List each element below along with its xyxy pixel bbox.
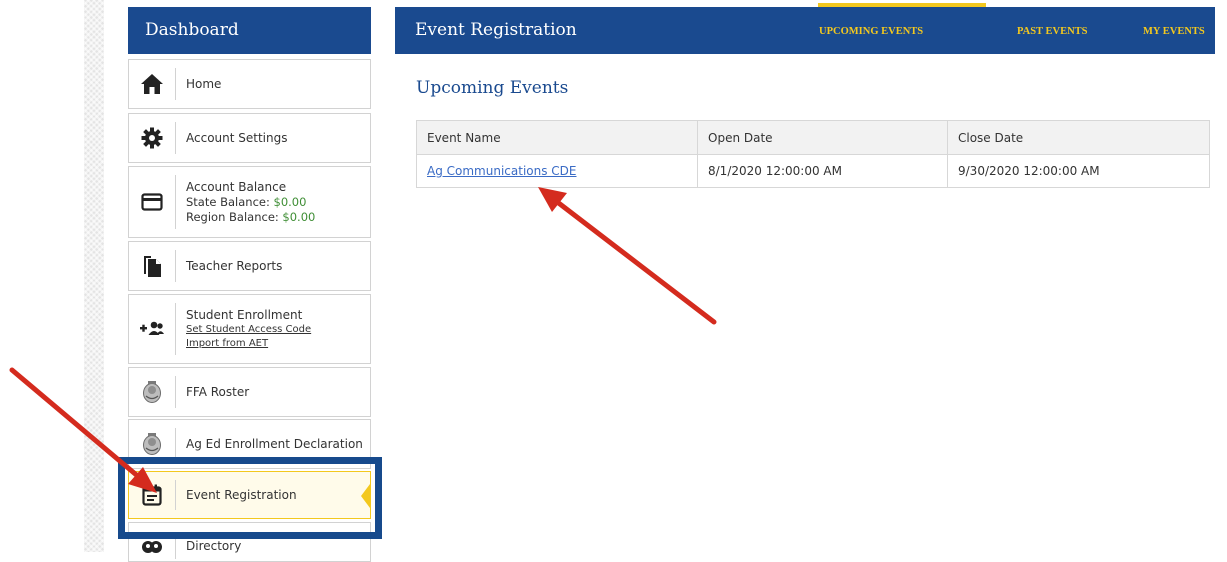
table-row: Ag Communications CDE 8/1/2020 12:00:00 … <box>416 154 1210 188</box>
credit-card-icon <box>129 167 175 237</box>
annotation-highlight-box <box>118 457 382 539</box>
sidebar-item-label: Account Balance <box>186 179 287 194</box>
top-nav-bar: Event Registration UPCOMING EVENTS PAST … <box>395 7 1215 54</box>
annotation-arrow-to-event <box>538 187 717 325</box>
sidebar-item-label: Teacher Reports <box>186 258 283 273</box>
table-header-row: Event Name Open Date Close Date <box>416 120 1210 155</box>
sidebar-item-label: Account Settings <box>186 130 288 145</box>
tab-past-events[interactable]: PAST EVENTS <box>1017 7 1088 54</box>
import-from-aet-link[interactable]: Import from AET <box>186 337 311 351</box>
region-balance-value: $0.00 <box>282 209 316 224</box>
page-title: Event Registration <box>415 20 577 40</box>
open-date-cell: 8/1/2020 12:00:00 AM <box>697 154 948 188</box>
home-icon <box>129 60 175 108</box>
sidebar-item-student-enrollment[interactable]: Student Enrollment Set Student Access Co… <box>128 294 371 364</box>
region-balance: Region Balance: $0.00 <box>186 210 315 225</box>
directory-icon <box>129 539 175 555</box>
tab-my-events[interactable]: MY EVENTS <box>1143 7 1205 54</box>
event-name-cell: Ag Communications CDE <box>416 154 698 188</box>
column-header-close-date: Close Date <box>947 120 1210 155</box>
column-header-event-name: Event Name <box>416 120 698 155</box>
event-link[interactable]: Ag Communications CDE <box>427 164 577 178</box>
sidebar-item-label: Ag Ed Enrollment Declaration <box>186 436 363 451</box>
sidebar-title: Dashboard <box>128 7 371 54</box>
close-date-cell: 9/30/2020 12:00:00 AM <box>947 154 1210 188</box>
set-access-code-link[interactable]: Set Student Access Code <box>186 323 311 337</box>
state-balance: State Balance: $0.00 <box>186 195 315 210</box>
sidebar-item-teacher-reports[interactable]: Teacher Reports <box>128 241 371 291</box>
add-users-icon <box>129 295 175 363</box>
ffa-emblem-icon <box>129 368 175 416</box>
events-table: Event Name Open Date Close Date Ag Commu… <box>416 120 1210 188</box>
sidebar-item-home[interactable]: Home <box>128 59 371 109</box>
sidebar-item-label: Student Enrollment <box>186 307 303 322</box>
active-tab-indicator <box>818 3 986 7</box>
state-balance-value: $0.00 <box>273 194 307 209</box>
sidebar-item-ffa-roster[interactable]: FFA Roster <box>128 367 371 417</box>
section-title: Upcoming Events <box>416 78 569 98</box>
document-icon <box>129 242 175 290</box>
sidebar-item-account-balance[interactable]: Account Balance State Balance: $0.00 Reg… <box>128 166 371 238</box>
column-header-open-date: Open Date <box>697 120 948 155</box>
state-balance-label: State Balance: <box>186 194 270 209</box>
gear-icon <box>129 114 175 162</box>
region-balance-label: Region Balance: <box>186 209 279 224</box>
sidebar-item-label: Home <box>186 76 222 91</box>
sidebar-item-label: FFA Roster <box>186 384 250 399</box>
tab-upcoming-events[interactable]: UPCOMING EVENTS <box>819 7 923 54</box>
page-edge-stripe <box>84 0 104 552</box>
sidebar-item-account-settings[interactable]: Account Settings <box>128 113 371 163</box>
